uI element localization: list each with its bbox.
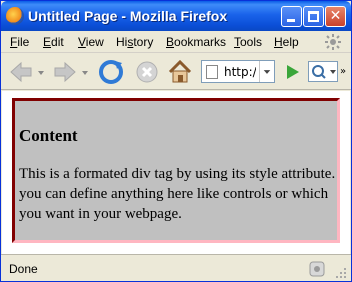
menu-help[interactable]: Help: [274, 35, 299, 49]
reload-icon[interactable]: [97, 59, 125, 85]
styled-div: Content This is a formated div tag by us…: [12, 98, 340, 243]
menu-history[interactable]: History: [116, 35, 153, 49]
content-paragraph: This is a formated div tag by using its …: [19, 166, 336, 222]
page-viewport[interactable]: Content This is a formated div tag by us…: [2, 91, 350, 254]
minimize-button[interactable]: [281, 6, 302, 27]
maximize-icon: [308, 11, 319, 22]
status-text: Done: [9, 262, 38, 276]
page-info-icon[interactable]: [307, 259, 327, 279]
menu-view[interactable]: View: [78, 35, 104, 49]
menu-edit[interactable]: Edit: [43, 35, 64, 49]
forward-icon[interactable]: [51, 59, 79, 85]
menu-bookmarks[interactable]: Bookmarks: [166, 35, 226, 49]
home-icon[interactable]: [167, 59, 193, 85]
title-bar[interactable]: Untitled Page - Mozilla Firefox ✕: [1, 1, 351, 31]
browser-window: Untitled Page - Mozilla Firefox ✕ File E…: [0, 0, 352, 282]
maximize-button[interactable]: [303, 6, 324, 27]
stop-icon[interactable]: [133, 59, 161, 85]
throbber-icon: [325, 34, 341, 50]
back-icon[interactable]: [7, 59, 35, 85]
navigation-toolbar: http:/ »: [1, 54, 351, 90]
go-icon[interactable]: [281, 59, 303, 85]
minimize-icon: [287, 19, 295, 22]
search-engine-icon: [312, 65, 336, 79]
close-button[interactable]: ✕: [325, 6, 346, 27]
menu-tools[interactable]: Tools: [234, 35, 262, 49]
menu-file[interactable]: File: [10, 35, 29, 49]
page-icon: [206, 65, 218, 79]
content-heading: Content: [19, 126, 78, 145]
search-engine-button[interactable]: [308, 61, 338, 82]
resize-grip-icon[interactable]: [335, 267, 347, 279]
status-bar: Done: [1, 254, 351, 281]
menu-bar: File Edit View History Bookmarks Tools H…: [1, 31, 351, 53]
back-history-dropdown-icon[interactable]: [37, 59, 45, 85]
firefox-icon: [6, 7, 24, 25]
forward-history-dropdown-icon[interactable]: [81, 59, 89, 85]
close-icon: ✕: [329, 8, 342, 24]
toolbar-overflow-icon[interactable]: »: [340, 66, 346, 77]
url-history-dropdown-icon[interactable]: [259, 61, 274, 82]
window-title: Untitled Page - Mozilla Firefox: [28, 8, 228, 24]
url-text[interactable]: http:/: [224, 65, 256, 79]
